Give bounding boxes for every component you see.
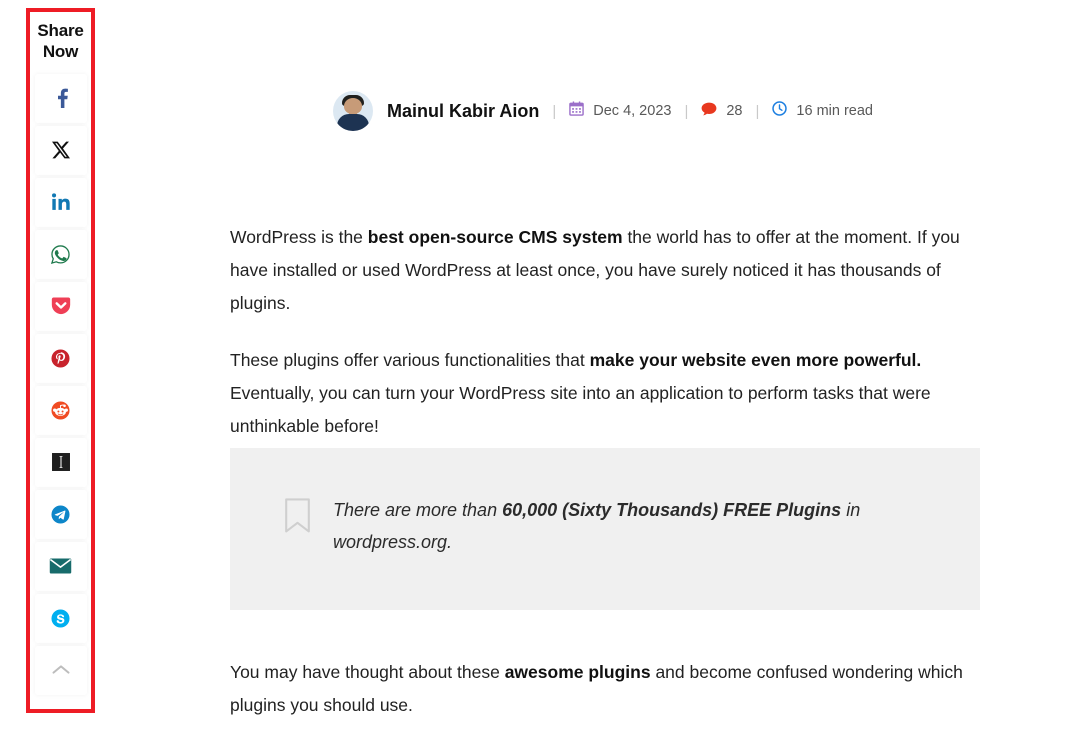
share-button-pinterest[interactable] — [34, 333, 87, 383]
page-root: Mainul Kabir Aion | Dec 4, 2023 | 28 | 1… — [0, 0, 1080, 731]
paragraph-2-part-1: These plugins offer various functionalit… — [230, 349, 590, 370]
callout-box: There are more than 60,000 (Sixty Thousa… — [230, 448, 980, 610]
instapaper-icon — [50, 451, 72, 473]
share-title-line-1: Share — [37, 21, 84, 40]
paragraph-3-bold: awesome plugins — [504, 661, 651, 682]
share-button-telegram[interactable] — [34, 489, 87, 539]
paragraph-1-bold: best open-source CMS system — [367, 226, 623, 247]
callout-text: There are more than 60,000 (Sixty Thousa… — [333, 494, 973, 558]
comment-count-text: 28 — [726, 103, 743, 119]
comment-icon — [701, 102, 717, 121]
author-name[interactable]: Mainul Kabir Aion — [387, 101, 539, 122]
post-date: Dec 4, 2023 — [569, 101, 671, 121]
share-button-whatsapp[interactable] — [34, 229, 87, 279]
reddit-icon — [50, 400, 71, 421]
skype-icon — [50, 608, 71, 629]
share-button-linkedin[interactable] — [34, 177, 87, 227]
share-button-x-twitter[interactable] — [34, 125, 87, 175]
email-icon — [49, 557, 72, 575]
share-button-reddit[interactable] — [34, 385, 87, 435]
share-title-line-2: Now — [42, 42, 79, 62]
paragraph-2-bold: make your website even more powerful. — [589, 349, 922, 370]
share-button-skype[interactable] — [34, 593, 87, 643]
share-sidebar: Share Now — [26, 8, 95, 713]
pocket-icon — [50, 295, 72, 317]
article-body: Mainul Kabir Aion | Dec 4, 2023 | 28 | 1… — [0, 0, 1080, 731]
callout-inner: There are more than 60,000 (Sixty Thousa… — [284, 494, 973, 558]
telegram-icon — [50, 504, 71, 525]
paragraph-3: You may have thought about these awesome… — [230, 656, 982, 722]
paragraph-2-part-2: Eventually, you can turn your WordPress … — [230, 382, 931, 436]
bookmark-icon — [284, 497, 311, 539]
share-button-facebook[interactable] — [34, 73, 87, 123]
share-button-pocket[interactable] — [34, 281, 87, 331]
facebook-icon — [51, 87, 71, 109]
read-time: 16 min read — [772, 101, 873, 121]
linkedin-icon — [51, 192, 71, 212]
chevron-up-icon — [51, 663, 71, 677]
share-buttons-list — [34, 73, 87, 695]
calendar-icon — [569, 101, 585, 121]
paragraph-3-part-1: You may have thought about these — [230, 661, 505, 682]
read-time-text: 16 min read — [796, 103, 873, 119]
avatar-body — [337, 114, 369, 131]
comment-count[interactable]: 28 — [701, 102, 743, 121]
x-twitter-icon — [51, 140, 71, 160]
meta-separator-1: | — [552, 102, 557, 120]
whatsapp-icon — [50, 244, 71, 265]
share-button-instapaper[interactable] — [34, 437, 87, 487]
post-meta-bar: Mainul Kabir Aion | Dec 4, 2023 | 28 | 1… — [333, 90, 873, 132]
author-avatar — [333, 91, 373, 131]
paragraph-1: WordPress is the best open-source CMS sy… — [230, 221, 982, 320]
share-now-title: Share Now — [37, 20, 83, 63]
callout-bold: 60,000 (Sixty Thousands) FREE Plugins — [502, 500, 842, 520]
paragraph-2: These plugins offer various functionalit… — [230, 344, 982, 443]
meta-separator-2: | — [684, 102, 689, 120]
callout-part-1: There are more than — [333, 500, 503, 520]
pinterest-icon — [50, 348, 71, 369]
paragraph-1-part-1: WordPress is the — [230, 226, 368, 247]
share-button-collapse[interactable] — [34, 645, 87, 695]
post-date-text: Dec 4, 2023 — [593, 103, 672, 119]
clock-icon — [772, 101, 788, 121]
meta-separator-3: | — [755, 102, 760, 120]
share-button-email[interactable] — [34, 541, 87, 591]
